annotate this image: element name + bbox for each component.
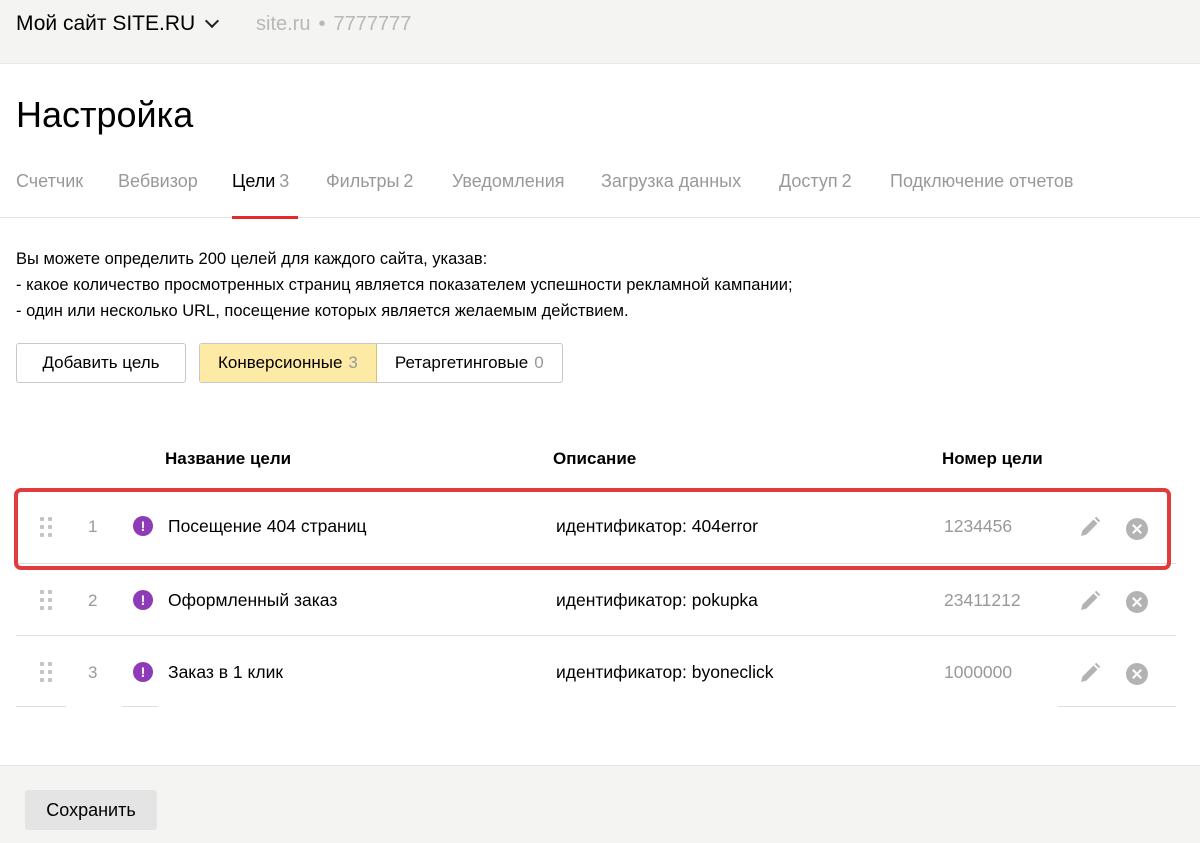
save-button[interactable]: Сохранить <box>25 790 157 830</box>
tab-label: Уведомления <box>452 171 565 191</box>
intro-line: - один или несколько URL, посещение кото… <box>16 302 629 320</box>
row-divider <box>1058 706 1176 707</box>
table-row: 3 ! Заказ в 1 клик идентификатор: byonec… <box>16 636 1176 708</box>
filter-label: Ретаргетинговые <box>394 353 529 372</box>
tab-count: 2 <box>403 171 414 191</box>
intro-line: Вы можете определить 200 целей для каждо… <box>16 250 488 268</box>
footer-bar: Сохранить <box>0 765 1200 843</box>
tab-report-connection[interactable]: Подключение отчетов <box>890 171 1073 221</box>
site-name: Мой сайт SITE.RU <box>16 12 196 35</box>
filter-label: Конверсионные <box>218 353 343 372</box>
edit-pencil-icon[interactable] <box>1078 661 1102 685</box>
tab-count: 3 <box>279 171 290 191</box>
highlight-frame <box>14 488 1171 570</box>
tab-label: Подключение отчетов <box>890 171 1074 191</box>
site-switcher[interactable]: Мой сайт SITE.RU <box>16 12 220 36</box>
tab-webvisor[interactable]: Вебвизор <box>118 171 198 221</box>
filter-count: 3 <box>348 353 358 372</box>
tab-count: 2 <box>841 171 852 191</box>
filter-conversion-button[interactable]: Конверсионные 3 <box>200 344 377 382</box>
separator-dot: • <box>318 13 326 35</box>
tab-label: Счетчик <box>16 171 84 191</box>
filter-retargeting-button[interactable]: Ретаргетинговые 0 <box>377 344 562 382</box>
top-bar: Мой сайт SITE.RU site.ru • 7777777 <box>0 0 1200 64</box>
table-row: 2 ! Оформленный заказ идентификатор: pok… <box>16 564 1176 636</box>
tab-notifications[interactable]: Уведомления <box>452 171 565 221</box>
tab-goals[interactable]: Цели 3 <box>232 171 298 219</box>
goal-id: 1000000 <box>944 662 1013 682</box>
goal-description: идентификатор: pokupka <box>556 590 758 610</box>
tab-label: Вебвизор <box>118 171 198 191</box>
tab-label: Доступ <box>779 171 838 191</box>
site-domain: site.ru <box>256 13 311 35</box>
site-meta: site.ru • 7777777 <box>256 13 411 36</box>
goals-intro: Вы можете определить 200 целей для каждо… <box>16 246 793 324</box>
settings-tabs: Счетчик Вебвизор Цели 3 Фильтры 2 Уведомле… <box>0 168 1200 221</box>
goal-type-switch: Конверсионные 3 Ретаргетинговые 0 <box>199 343 563 383</box>
tab-access[interactable]: Доступ 2 <box>779 171 852 221</box>
goal-name: Заказ в 1 клик <box>168 662 284 682</box>
tab-label: Фильтры <box>326 171 400 191</box>
row-divider <box>16 706 66 707</box>
drag-handle-icon[interactable] <box>40 590 52 610</box>
warning-icon: ! <box>133 662 153 682</box>
goal-name: Оформленный заказ <box>168 590 338 610</box>
tab-data-upload[interactable]: Загрузка данных <box>601 171 741 221</box>
tab-filters[interactable]: Фильтры 2 <box>326 171 413 221</box>
goal-description: идентификатор: byoneclick <box>556 662 774 682</box>
intro-line: - какое количество просмотренных страниц… <box>16 276 793 294</box>
drag-handle-icon[interactable] <box>40 662 52 682</box>
tab-label: Загрузка данных <box>601 171 742 191</box>
row-number: 3 <box>88 663 98 682</box>
edit-pencil-icon[interactable] <box>1078 589 1102 613</box>
row-divider <box>122 706 158 707</box>
column-header-description: Описание <box>553 449 637 468</box>
goal-id: 23411212 <box>944 590 1021 610</box>
add-goal-button[interactable]: Добавить цель <box>16 343 186 383</box>
row-number: 2 <box>88 591 98 610</box>
delete-icon[interactable] <box>1126 663 1148 685</box>
chevron-down-icon <box>205 13 220 29</box>
tab-label: Цели <box>232 171 276 191</box>
tab-counter[interactable]: Счетчик <box>16 171 83 221</box>
column-header-goal-id: Номер цели <box>942 449 1043 468</box>
column-header-name: Название цели <box>165 449 292 468</box>
warning-icon: ! <box>133 590 153 610</box>
page-title: Настройка <box>16 94 194 135</box>
delete-icon[interactable] <box>1126 591 1148 613</box>
filter-count: 0 <box>534 353 544 372</box>
counter-id: 7777777 <box>333 13 412 35</box>
